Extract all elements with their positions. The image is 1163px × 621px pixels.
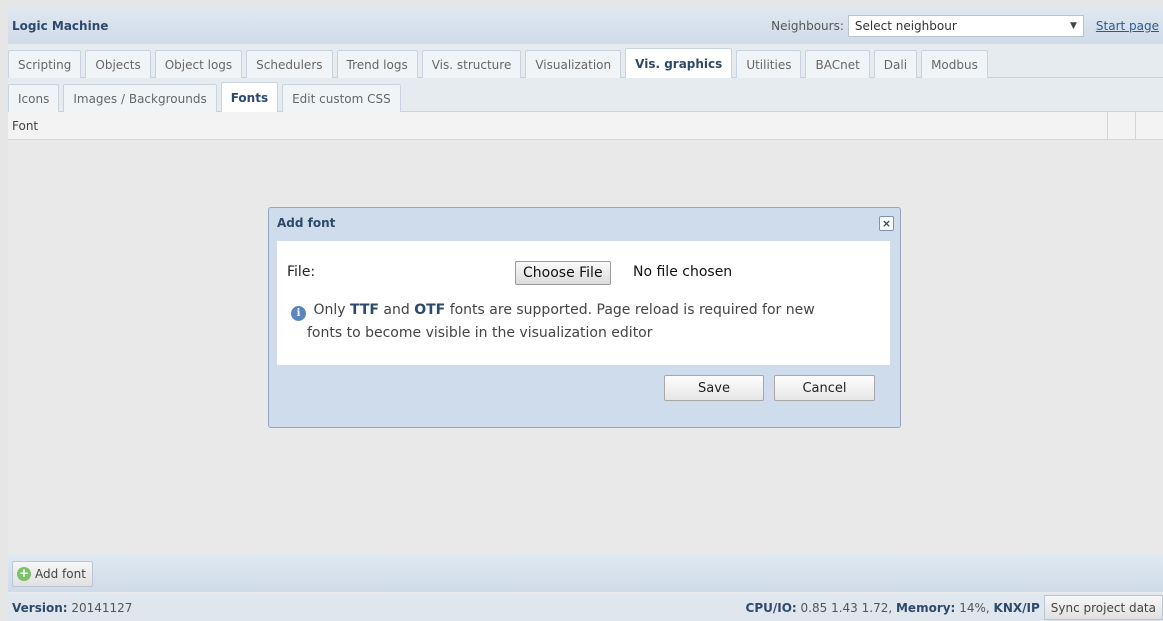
save-button[interactable]: Save bbox=[664, 375, 764, 401]
info-text-post: fonts are supported. Page reload is requ… bbox=[449, 302, 815, 318]
tab-scripting[interactable]: Scripting bbox=[8, 50, 82, 78]
tab-bacnet[interactable]: BACnet bbox=[805, 50, 870, 78]
version-label: Version: bbox=[12, 600, 68, 615]
fonts-table-header: Font bbox=[8, 112, 1163, 140]
info-ttf: TTF bbox=[349, 302, 379, 318]
header-right: Neighbours: Select neighbour ▼ Start pag… bbox=[771, 15, 1159, 37]
memory-value: 14%, bbox=[959, 600, 990, 615]
tab-dali[interactable]: Dali bbox=[873, 50, 918, 78]
info-message: i Only TTF and OTF fonts are supported. … bbox=[291, 299, 871, 345]
info-otf: OTF bbox=[414, 302, 446, 318]
add-font-button[interactable]: + Add font bbox=[12, 561, 93, 587]
info-icon: i bbox=[291, 306, 306, 321]
main-tabs: Scripting Objects Object logs Schedulers… bbox=[8, 44, 1163, 78]
tab-utilities[interactable]: Utilities bbox=[736, 50, 802, 78]
add-icon: + bbox=[17, 566, 31, 581]
no-file-chosen-text: No file chosen bbox=[633, 264, 733, 280]
tab-modbus[interactable]: Modbus bbox=[921, 50, 988, 78]
chevron-down-icon: ▼ bbox=[1069, 21, 1077, 31]
info-line-2: fonts to become visible in the visualiza… bbox=[307, 325, 653, 341]
app-window: Logic Machine Neighbours: Select neighbo… bbox=[8, 8, 1163, 621]
info-text-pre: Only bbox=[313, 302, 346, 318]
version-info: Version: 20141127 bbox=[12, 601, 132, 615]
dialog-title-bar[interactable]: Add font × bbox=[269, 208, 900, 238]
knx-ip-label: KNX/IP bbox=[993, 600, 1040, 615]
subtab-images-backgrounds[interactable]: Images / Backgrounds bbox=[63, 84, 217, 112]
status-bar: Version: 20141127 CPU/IO: 0.85 1.43 1.72… bbox=[8, 594, 1163, 621]
add-font-dialog: Add font × File: Choose File No file cho… bbox=[268, 207, 901, 428]
tab-vis-structure[interactable]: Vis. structure bbox=[421, 50, 522, 78]
choose-file-button[interactable]: Choose File bbox=[515, 261, 611, 285]
subtab-icons[interactable]: Icons bbox=[8, 84, 60, 112]
subtab-fonts[interactable]: Fonts bbox=[220, 82, 279, 112]
cancel-button[interactable]: Cancel bbox=[774, 375, 875, 401]
column-header-empty bbox=[1135, 112, 1163, 139]
column-header-empty bbox=[1107, 112, 1135, 139]
column-header-font[interactable]: Font bbox=[8, 119, 1107, 133]
add-font-label: Add font bbox=[35, 567, 86, 581]
cpu-value: 0.85 1.43 1.72, bbox=[800, 600, 893, 615]
file-row: File: Choose File No file chosen bbox=[287, 261, 877, 285]
subtab-edit-custom-css[interactable]: Edit custom CSS bbox=[282, 84, 401, 112]
start-page-link[interactable]: Start page bbox=[1096, 19, 1159, 33]
sync-project-data-button[interactable]: Sync project data bbox=[1043, 595, 1163, 620]
tab-object-logs[interactable]: Object logs bbox=[154, 50, 243, 78]
neighbour-select-value: Select neighbour bbox=[854, 19, 957, 33]
top-header: Logic Machine Neighbours: Select neighbo… bbox=[8, 8, 1163, 44]
tab-visualization[interactable]: Visualization bbox=[525, 50, 622, 78]
version-value: 20141127 bbox=[71, 600, 133, 615]
cpu-label: CPU/IO: bbox=[745, 600, 797, 615]
dialog-body: File: Choose File No file chosen i Only … bbox=[277, 241, 890, 365]
tab-schedulers[interactable]: Schedulers bbox=[246, 50, 333, 78]
info-text-and: and bbox=[383, 302, 410, 318]
info-line-1: i Only TTF and OTF fonts are supported. … bbox=[291, 299, 871, 322]
dialog-title: Add font bbox=[277, 216, 336, 230]
dialog-footer: Save Cancel bbox=[277, 365, 890, 421]
sub-tabs: Icons Images / Backgrounds Fonts Edit cu… bbox=[8, 78, 1163, 112]
file-label: File: bbox=[287, 264, 316, 280]
neighbour-select[interactable]: Select neighbour ▼ bbox=[847, 15, 1084, 37]
tab-trend-logs[interactable]: Trend logs bbox=[336, 50, 418, 78]
close-icon[interactable]: × bbox=[879, 215, 894, 231]
memory-label: Memory: bbox=[895, 600, 956, 615]
tab-vis-graphics[interactable]: Vis. graphics bbox=[625, 48, 733, 78]
tab-objects[interactable]: Objects bbox=[85, 50, 151, 78]
bottom-toolbar: + Add font bbox=[8, 556, 1163, 592]
app-title: Logic Machine bbox=[12, 19, 109, 33]
neighbours-label: Neighbours: bbox=[771, 19, 844, 33]
system-stats: CPU/IO: 0.85 1.43 1.72, Memory: 14%, KNX… bbox=[746, 594, 1163, 621]
